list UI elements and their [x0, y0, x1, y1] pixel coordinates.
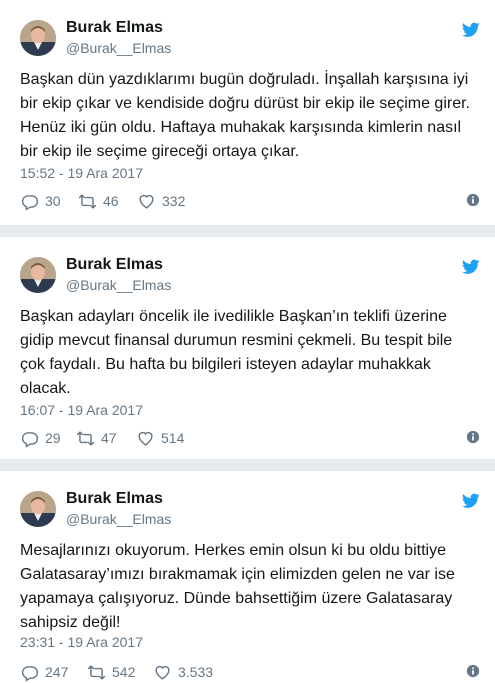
author-handle[interactable]: @Burak__Elmas: [66, 509, 171, 529]
tweet-card[interactable]: Burak Elmas @Burak__Elmas Başkan adaylar…: [0, 236, 495, 460]
retweet-count: 47: [101, 430, 117, 446]
reply-button[interactable]: 29: [20, 428, 61, 448]
tweet-actions: 247 542 3.533: [20, 662, 480, 682]
like-button[interactable]: 332: [137, 191, 185, 211]
retweet-button[interactable]: 542: [87, 662, 135, 682]
author-name[interactable]: Burak Elmas: [66, 255, 171, 275]
tweet-header: Burak Elmas @Burak__Elmas: [20, 489, 480, 531]
author-names: Burak Elmas @Burak__Elmas: [66, 489, 171, 529]
like-button[interactable]: 3.533: [153, 662, 213, 682]
reply-icon: [21, 194, 39, 211]
tweet-header: Burak Elmas @Burak__Elmas: [20, 18, 480, 60]
tweet-text: Mesajlarınızı okuyorum. Herkes emin olsu…: [20, 542, 455, 631]
tweet-timestamp[interactable]: 23:31 - 19 Ara 2017: [20, 633, 143, 651]
info-icon[interactable]: [466, 430, 480, 444]
reply-count: 247: [45, 664, 69, 680]
retweet-icon: [87, 664, 106, 680]
tweet-header: Burak Elmas @Burak__Elmas: [20, 255, 480, 297]
heart-icon: [139, 194, 154, 209]
avatar-image: [20, 257, 56, 293]
twitter-bird-icon[interactable]: [462, 493, 480, 509]
reply-count: 29: [45, 430, 61, 446]
tweet-actions: 29 47 514: [20, 428, 480, 448]
reply-button[interactable]: 247: [20, 662, 68, 682]
reply-icon: [21, 431, 39, 448]
tweet-timestamp[interactable]: 16:07 - 19 Ara 2017: [20, 401, 143, 419]
heart-icon: [138, 431, 153, 446]
tweet-text: Başkan adayları öncelik ile ivedilikle B…: [20, 308, 453, 397]
tweet-card[interactable]: Burak Elmas @Burak__Elmas Mesajlarınızı …: [0, 470, 495, 683]
like-count: 332: [162, 193, 186, 209]
reply-button[interactable]: 30: [20, 191, 61, 211]
author-names: Burak Elmas @Burak__Elmas: [66, 255, 171, 295]
twitter-bird-icon[interactable]: [462, 259, 480, 275]
tweet-card[interactable]: Burak Elmas @Burak__Elmas Başkan dün yaz…: [0, 0, 495, 226]
info-icon[interactable]: [466, 664, 480, 678]
reply-icon: [21, 665, 39, 682]
author-handle[interactable]: @Burak__Elmas: [66, 275, 171, 295]
avatar[interactable]: [20, 20, 56, 56]
retweet-button[interactable]: 47: [76, 428, 117, 448]
author-name[interactable]: Burak Elmas: [66, 18, 171, 38]
retweet-icon: [76, 430, 95, 446]
info-icon[interactable]: [466, 193, 480, 207]
tweet-text: Başkan dün yazdıklarımı bugün doğruladı.…: [20, 71, 470, 160]
avatar-image: [20, 491, 56, 527]
author-handle[interactable]: @Burak__Elmas: [66, 38, 171, 58]
avatar[interactable]: [20, 257, 56, 293]
tweet-feed: Burak Elmas @Burak__Elmas Başkan dün yaz…: [0, 0, 495, 683]
twitter-bird-icon[interactable]: [462, 22, 480, 38]
retweet-button[interactable]: 46: [78, 191, 119, 211]
retweet-count: 542: [112, 664, 136, 680]
like-button[interactable]: 514: [136, 428, 184, 448]
retweet-icon: [78, 193, 97, 209]
tweet-actions: 30 46 332: [20, 191, 480, 211]
reply-count: 30: [45, 193, 61, 209]
heart-icon: [155, 665, 170, 680]
avatar[interactable]: [20, 491, 56, 527]
avatar-image: [20, 20, 56, 56]
tweet-timestamp[interactable]: 15:52 - 19 Ara 2017: [20, 164, 143, 182]
like-count: 514: [161, 430, 185, 446]
like-count: 3.533: [178, 664, 214, 680]
retweet-count: 46: [103, 193, 119, 209]
author-name[interactable]: Burak Elmas: [66, 489, 171, 509]
author-names: Burak Elmas @Burak__Elmas: [66, 18, 171, 58]
